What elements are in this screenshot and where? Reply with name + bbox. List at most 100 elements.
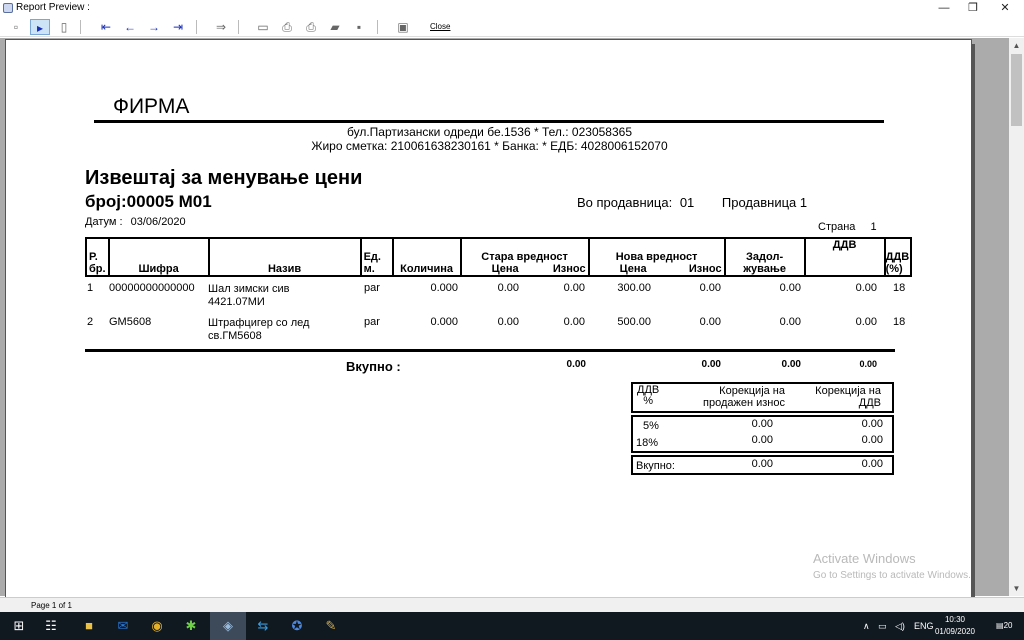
go-to-page-icon[interactable]: ⇒ bbox=[213, 19, 229, 35]
report-page: ФИРМА бул.Партизански одреди бе.1536 * Т… bbox=[5, 39, 975, 604]
notifications-icon[interactable]: ▤20 bbox=[996, 612, 1012, 640]
col-rbr-bottom: бр. bbox=[89, 263, 106, 275]
report-app-taskbar-icon[interactable]: ◈ bbox=[210, 612, 246, 640]
outlook-icon[interactable]: ✉ bbox=[112, 616, 134, 636]
page-label: Страна bbox=[818, 221, 856, 233]
single-page-icon[interactable]: ▫ bbox=[8, 19, 24, 35]
row-stara-cena: 0.00 bbox=[497, 282, 519, 294]
date-value: 03/06/2020 bbox=[130, 216, 186, 228]
printer-setup-icon[interactable]: ⎙ bbox=[279, 19, 295, 35]
row-sifra: GM5608 bbox=[109, 316, 152, 328]
scroll-down-arrow-icon[interactable]: ▼ bbox=[1009, 581, 1024, 596]
row-stara-iznos: 0.00 bbox=[563, 316, 585, 328]
app-icon-3[interactable]: ✎ bbox=[320, 616, 342, 636]
save-disk-icon[interactable]: ▪ bbox=[351, 19, 367, 35]
col-edm: Ед. м. bbox=[359, 237, 394, 277]
chrome-icon[interactable]: ◉ bbox=[146, 616, 168, 636]
row-stara-cena: 0.00 bbox=[497, 316, 519, 328]
total-ddv: 0.00 bbox=[859, 359, 877, 369]
file-explorer-icon[interactable]: ■ bbox=[78, 616, 100, 636]
page-value: 1 bbox=[870, 221, 877, 233]
activation-watermark-text: Go to Settings to activate Windows. bbox=[813, 570, 971, 581]
print-icon[interactable]: ⎙ bbox=[303, 19, 319, 35]
close-button[interactable]: Close bbox=[430, 22, 450, 31]
app-icon-2[interactable]: ✪ bbox=[286, 616, 308, 636]
vat-row-sale: 0.00 bbox=[751, 418, 773, 430]
next-page-icon[interactable]: → bbox=[146, 19, 162, 35]
vat-row-sale: 0.00 bbox=[751, 434, 773, 446]
first-page-icon[interactable]: ⇤ bbox=[98, 19, 114, 35]
row-naziv-line1: Шал зимски сив bbox=[208, 283, 290, 295]
page-width-icon[interactable]: ▸ bbox=[30, 19, 50, 35]
app-icon bbox=[3, 3, 13, 13]
scroll-thumb[interactable] bbox=[1011, 54, 1022, 126]
store-label: Во продавница: bbox=[577, 195, 673, 210]
col-stara-sub: Цена Износ bbox=[464, 263, 586, 275]
window-title: Report Preview : bbox=[16, 2, 90, 13]
row-edm: par bbox=[364, 316, 380, 328]
vat-rate-header-bottom: % bbox=[643, 395, 654, 407]
previous-page-icon[interactable]: ← bbox=[122, 19, 138, 35]
company-address: бул.Партизански одреди бе.1536 * Тел.: 0… bbox=[347, 125, 632, 139]
window-titlebar: Report Preview : — ❐ ✕ bbox=[0, 0, 1024, 16]
full-page-icon[interactable]: ▯ bbox=[56, 19, 72, 35]
clock[interactable]: 10:30 01/09/2020 bbox=[930, 614, 980, 638]
activation-watermark-title: Activate Windows bbox=[813, 551, 916, 566]
teamviewer-icon[interactable]: ⇆ bbox=[252, 616, 274, 636]
export-icon[interactable]: ▣ bbox=[395, 19, 411, 35]
taskbar: ⊞ ☷ ■ ✉ ◉ ✱ ◈ ⇆ ✪ ✎ ∧ ▭ ◁) ENG 10:30 01/… bbox=[0, 612, 1024, 640]
toolbar-separator bbox=[238, 20, 239, 34]
task-view-icon[interactable]: ☷ bbox=[40, 616, 62, 636]
open-folder-icon[interactable]: ▰ bbox=[327, 19, 343, 35]
preview-area: ФИРМА бул.Партизански одреди бе.1536 * Т… bbox=[0, 38, 1009, 604]
col-nova-sub: Цена Износ bbox=[592, 263, 722, 275]
col-zadol-bottom: жување bbox=[743, 263, 786, 275]
company-name: ФИРМА bbox=[113, 95, 190, 118]
date-label: Датум : bbox=[85, 216, 123, 228]
vat-summary-body: 5% 0.00 0.00 18% 0.00 0.00 bbox=[631, 415, 894, 453]
total-stara-iznos: 0.00 bbox=[566, 359, 586, 370]
vat-total-label: Вкупно: bbox=[636, 460, 675, 472]
total-nova-iznos: 0.00 bbox=[701, 359, 721, 370]
windows-start-icon[interactable]: ⊞ bbox=[8, 616, 30, 636]
vat-total-vat: 0.00 bbox=[861, 458, 883, 470]
page-count: Page 1 of 1 bbox=[31, 601, 72, 610]
vat-row-vat: 0.00 bbox=[861, 418, 883, 430]
col-ddvp-top: ДДВ bbox=[885, 251, 910, 263]
vat-row-rate: 18% bbox=[636, 437, 659, 449]
row-ddv: 0.00 bbox=[855, 282, 877, 294]
col-rbr: Р. бр. bbox=[85, 237, 110, 277]
vertical-scrollbar[interactable]: ▲ ▼ bbox=[1009, 38, 1024, 596]
minimize-button[interactable]: — bbox=[929, 0, 959, 16]
vat-row-rate: 5% bbox=[643, 420, 659, 432]
restore-button[interactable]: ❐ bbox=[958, 0, 988, 16]
network-icon[interactable]: ▭ bbox=[878, 612, 887, 640]
page-number: Страна 1 bbox=[818, 221, 877, 233]
close-window-button[interactable]: ✕ bbox=[990, 0, 1020, 16]
col-stara: Стара вредност Цена Износ bbox=[459, 237, 590, 277]
table-header-row: Р. бр. Шифра Назив Ед. м. Количина Стара… bbox=[85, 237, 912, 277]
col-stara-iznos: Износ bbox=[552, 263, 586, 275]
vat-summary-total: Вкупно: 0.00 0.00 bbox=[631, 455, 894, 475]
scroll-up-arrow-icon[interactable]: ▲ bbox=[1009, 38, 1024, 53]
vat-corr-vat-header: Корекција на ДДВ bbox=[815, 385, 881, 409]
totals-label: Вкупно : bbox=[346, 359, 401, 374]
row-nova-cena: 300.00 bbox=[617, 282, 651, 294]
col-zadol: Задол- жување bbox=[723, 237, 806, 277]
totals-rule bbox=[85, 349, 895, 352]
col-edm-bottom: м. bbox=[363, 263, 375, 275]
toolbar-separator bbox=[80, 20, 81, 34]
report-number: број:00005 М01 bbox=[85, 192, 212, 211]
app-icon-1[interactable]: ✱ bbox=[180, 616, 202, 636]
row-ddvp: 18 bbox=[893, 282, 906, 294]
col-sifra: Шифра bbox=[107, 237, 210, 277]
row-nova-iznos: 0.00 bbox=[699, 316, 721, 328]
report-date: Датум : 03/06/2020 bbox=[85, 216, 186, 228]
page-setup-icon[interactable]: ▭ bbox=[255, 19, 271, 35]
last-page-icon[interactable]: ⇥ bbox=[170, 19, 186, 35]
tray-chevron-icon[interactable]: ∧ bbox=[863, 612, 870, 640]
col-ddv: ДДВ bbox=[803, 237, 886, 277]
preview-toolbar: ▫ ▸ ▯ ⇤ ← → ⇥ ⇒ ▭ ⎙ ⎙ ▰ ▪ ▣ Close bbox=[0, 17, 1024, 37]
volume-icon[interactable]: ◁) bbox=[895, 612, 905, 640]
vat-rate-header: ДДВ % bbox=[637, 385, 659, 407]
